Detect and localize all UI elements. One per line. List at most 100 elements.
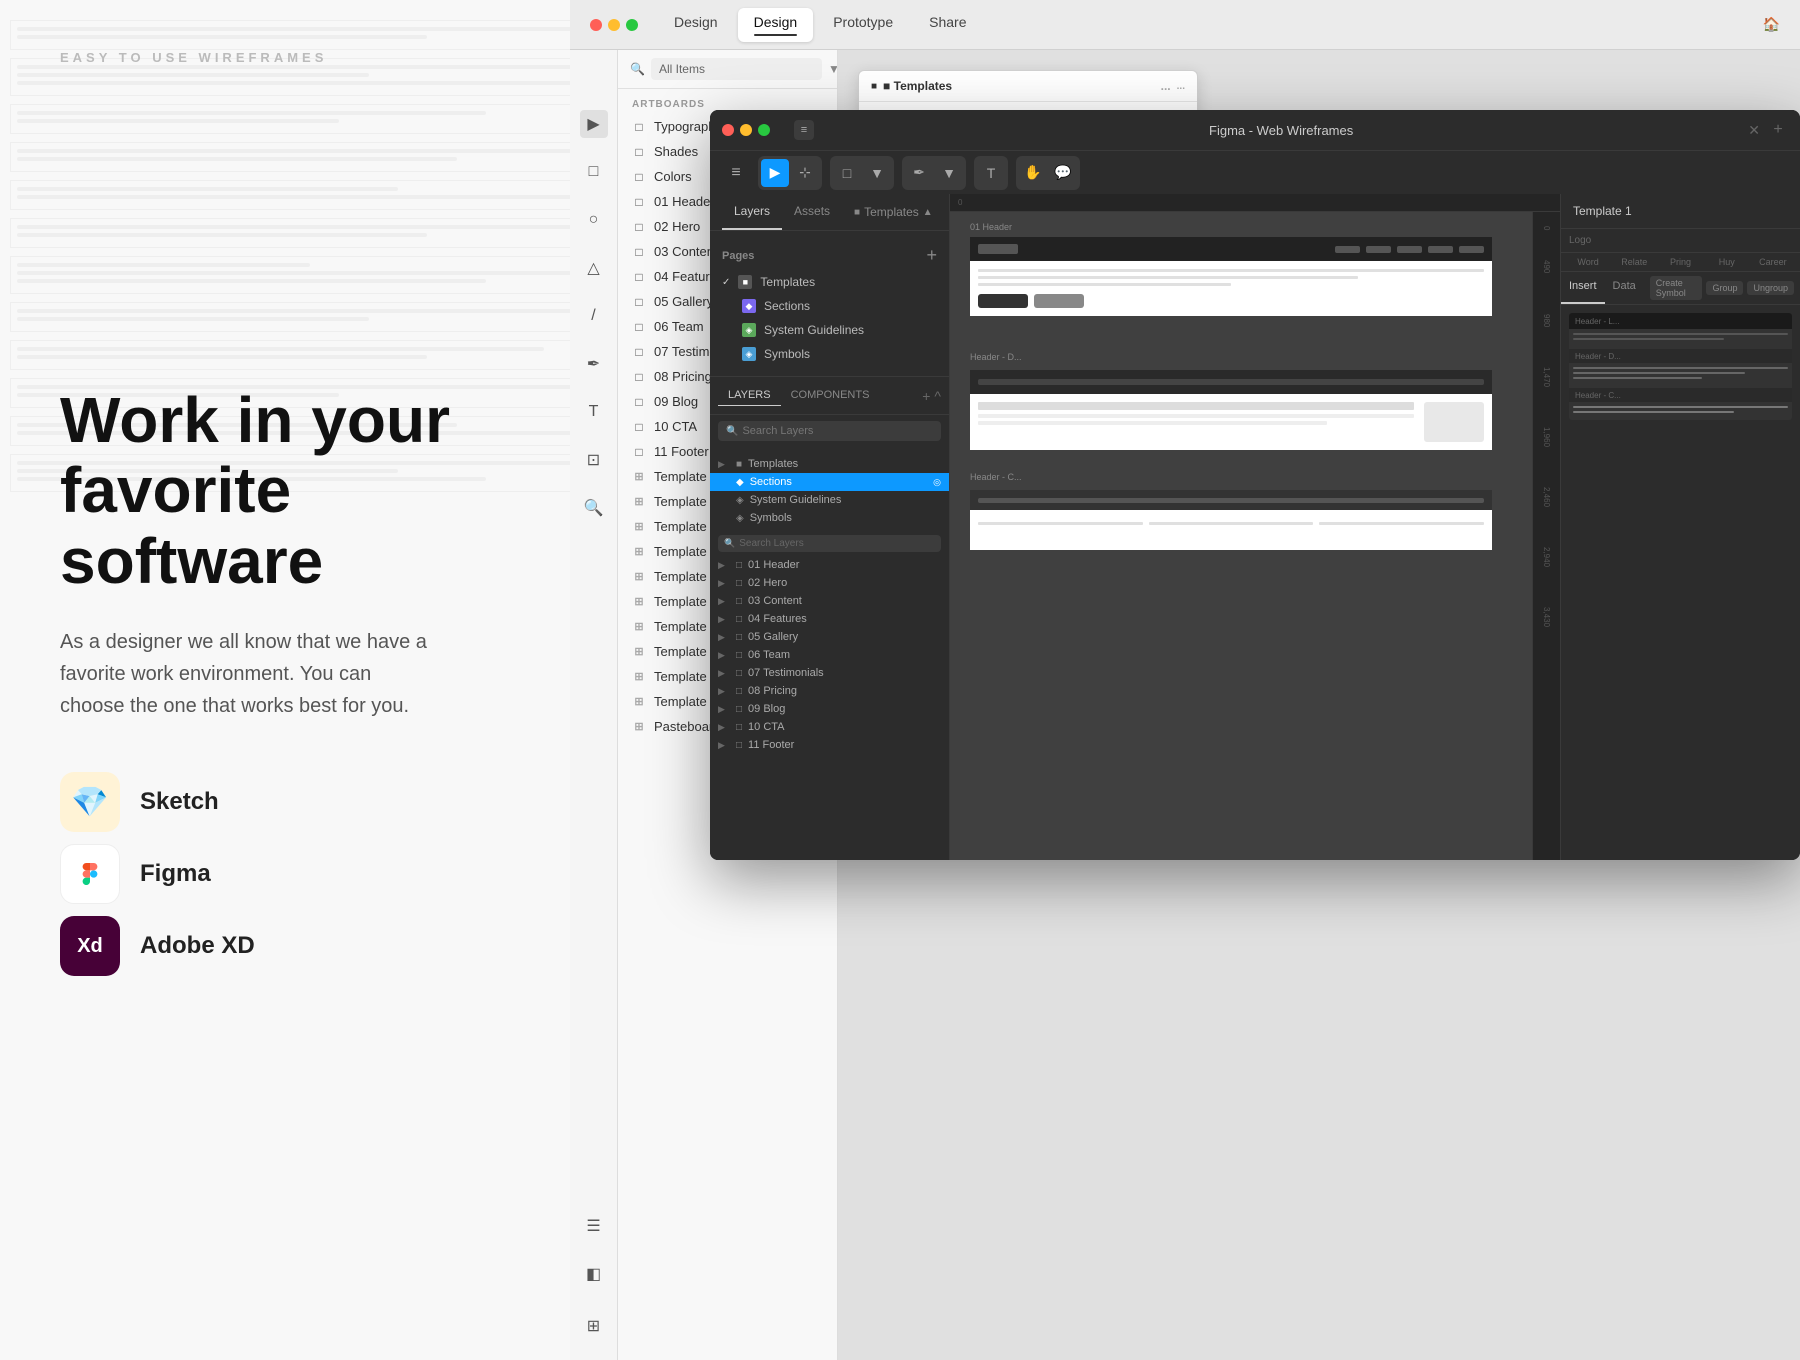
artboard-label-header: 01 Header [970, 222, 1012, 232]
layer-11footer[interactable]: ▶ □ 11 Footer [710, 736, 949, 754]
figma-close-btn[interactable] [722, 124, 734, 136]
close-button[interactable] [590, 19, 602, 31]
figma-comment-tool[interactable]: 💬 [1049, 159, 1077, 187]
layer-06team[interactable]: ▶ □ 06 Team [710, 646, 949, 664]
expand-icon-h6: ▶ [718, 650, 730, 661]
left-panel: EASY TO USE WIREFRAMES Work in your favo… [0, 0, 570, 1360]
layer-templates[interactable]: ▶ ■ Templates [710, 455, 949, 473]
right-wf-header-label: Header - L... [1575, 317, 1619, 326]
dropdown-icon[interactable]: ▼ [828, 62, 838, 76]
templates-page-icon: ■ [738, 275, 752, 289]
frame-icon-2: ⊞ [632, 495, 646, 509]
sketch-label: Sketch [140, 788, 219, 816]
figma-maximize-btn[interactable] [758, 124, 770, 136]
text-tool[interactable]: T [580, 398, 608, 426]
layer-system[interactable]: ◈ System Guidelines [710, 491, 949, 509]
zoom-tool[interactable]: 🔍 [580, 494, 608, 522]
figma-menu-icon[interactable]: ≡ [794, 120, 814, 140]
figma-pages-section: Pages + ✓ ■ Templates ◆ Sections [710, 231, 949, 377]
figma-left-sidebar: Layers Assets ■ Templates ▲ Pages [710, 194, 950, 860]
layer-05gallery-icon: □ [736, 632, 742, 643]
figma-frame-tool-2[interactable]: ▼ [863, 159, 891, 187]
figma-select-tool[interactable]: ▶ [761, 159, 789, 187]
templates-window-dots: ... [1161, 79, 1171, 93]
layer-08pricing[interactable]: ▶ □ 08 Pricing [710, 682, 949, 700]
right-wf-line-1 [1573, 333, 1788, 335]
layers-tool[interactable]: ◧ [580, 1260, 608, 1288]
figma-text-tool[interactable]: T [977, 159, 1005, 187]
tab-design[interactable]: Design [658, 8, 734, 42]
pages-tool[interactable]: ☰ [580, 1212, 608, 1240]
layer-09blog[interactable]: ▶ □ 09 Blog [710, 700, 949, 718]
layer-03content-icon: □ [736, 596, 742, 607]
tab-design-active[interactable]: Design [738, 8, 814, 42]
rectangle-tool[interactable]: □ [580, 158, 608, 186]
figma-new-tab[interactable]: + [1768, 120, 1788, 140]
wf-nav-4 [1428, 246, 1453, 253]
data-tab[interactable]: Data [1605, 272, 1644, 304]
huy-label: Huy [1706, 257, 1748, 267]
layer-03content[interactable]: ▶ □ 03 Content [710, 592, 949, 610]
minimize-button[interactable] [608, 19, 620, 31]
ruler-490: 490 [1542, 260, 1551, 273]
select-tool[interactable]: ▶ [580, 110, 608, 138]
ungroup-btn[interactable]: Ungroup [1747, 281, 1794, 295]
triangle-tool[interactable]: △ [580, 254, 608, 282]
right-wf-line-6 [1573, 406, 1788, 408]
expand-icon-h2: ▶ [718, 578, 730, 589]
wf-logo [978, 244, 1018, 254]
page-templates[interactable]: ✓ ■ Templates [710, 270, 949, 294]
canvas-area[interactable]: 01 Header [950, 212, 1532, 860]
layer-eye-icon[interactable]: ◎ [933, 477, 941, 488]
sketch-home-icon[interactable]: 🏠 [1763, 16, 1780, 33]
figma-frame-tool[interactable]: □ [833, 159, 861, 187]
hero-heading: Work in your favorite software [60, 385, 510, 596]
line-tool[interactable]: / [580, 302, 608, 330]
figma-minimize-btn[interactable] [740, 124, 752, 136]
figma-pen-tool-2[interactable]: ▼ [935, 159, 963, 187]
pen-tool[interactable]: ✒ [580, 350, 608, 378]
layer-sections[interactable]: ◆ Sections ◎ [710, 473, 949, 491]
search-layers-input[interactable] [742, 425, 933, 437]
add-layer-btn[interactable]: + [922, 388, 930, 404]
xd-icon: Xd [60, 916, 120, 976]
insert-tab[interactable]: Insert [1561, 272, 1605, 304]
right-label-row: Word Relate Pring Huy Career [1561, 253, 1800, 272]
sketch-search-bar: 🔍 ▼ [618, 50, 837, 89]
create-symbol-btn[interactable]: Create Symbol [1650, 276, 1703, 300]
tab-share[interactable]: Share [913, 8, 982, 42]
slice-tool[interactable]: ⊡ [580, 446, 608, 474]
fullscreen-button[interactable] [626, 19, 638, 31]
figma-text-tools: T [974, 156, 1008, 190]
assets-tab[interactable]: Assets [782, 194, 842, 230]
page-sections[interactable]: ◆ Sections [710, 294, 949, 318]
layers-tab[interactable]: Layers [722, 194, 782, 230]
add-page-btn[interactable]: + [926, 245, 937, 266]
oval-tool[interactable]: ○ [580, 206, 608, 234]
layer-02hero[interactable]: ▶ □ 02 Hero [710, 574, 949, 592]
sketch-icon: 💎 [60, 772, 120, 832]
page-system[interactable]: ◈ System Guidelines [710, 318, 949, 342]
figma-tab-close[interactable]: ✕ [1748, 122, 1760, 139]
layer-07testimonials[interactable]: ▶ □ 07 Testimonials [710, 664, 949, 682]
tab-prototype[interactable]: Prototype [817, 8, 909, 42]
frame-icon-6: ⊞ [632, 595, 646, 609]
sketch-search-input[interactable] [651, 58, 822, 80]
layer-01header[interactable]: ▶ □ 01 Header [710, 556, 949, 574]
layer-10cta[interactable]: ▶ □ 10 CTA [710, 718, 949, 736]
figma-select-tool-2[interactable]: ⊹ [791, 159, 819, 187]
figma-hamburger[interactable]: ≡ [722, 159, 750, 187]
collapse-layer-btn[interactable]: ^ [934, 388, 941, 404]
figma-pen-tool[interactable]: ✒ [905, 159, 933, 187]
figma-hand-tool[interactable]: ✋ [1019, 159, 1047, 187]
components-tab-btn[interactable]: COMPONENTS [781, 385, 880, 406]
page-icon-4: □ [632, 195, 646, 209]
group-btn[interactable]: Group [1706, 281, 1743, 295]
page-symbols[interactable]: ◈ Symbols [710, 342, 949, 366]
layer-04features[interactable]: ▶ □ 04 Features [710, 610, 949, 628]
layer-05gallery[interactable]: ▶ □ 05 Gallery [710, 628, 949, 646]
templates-tab[interactable]: ■ Templates ▲ [842, 194, 945, 230]
layers-tab-btn[interactable]: LAYERS [718, 385, 781, 406]
layer-symbols[interactable]: ◈ Symbols [710, 509, 949, 527]
components-tool[interactable]: ⊞ [580, 1312, 608, 1340]
